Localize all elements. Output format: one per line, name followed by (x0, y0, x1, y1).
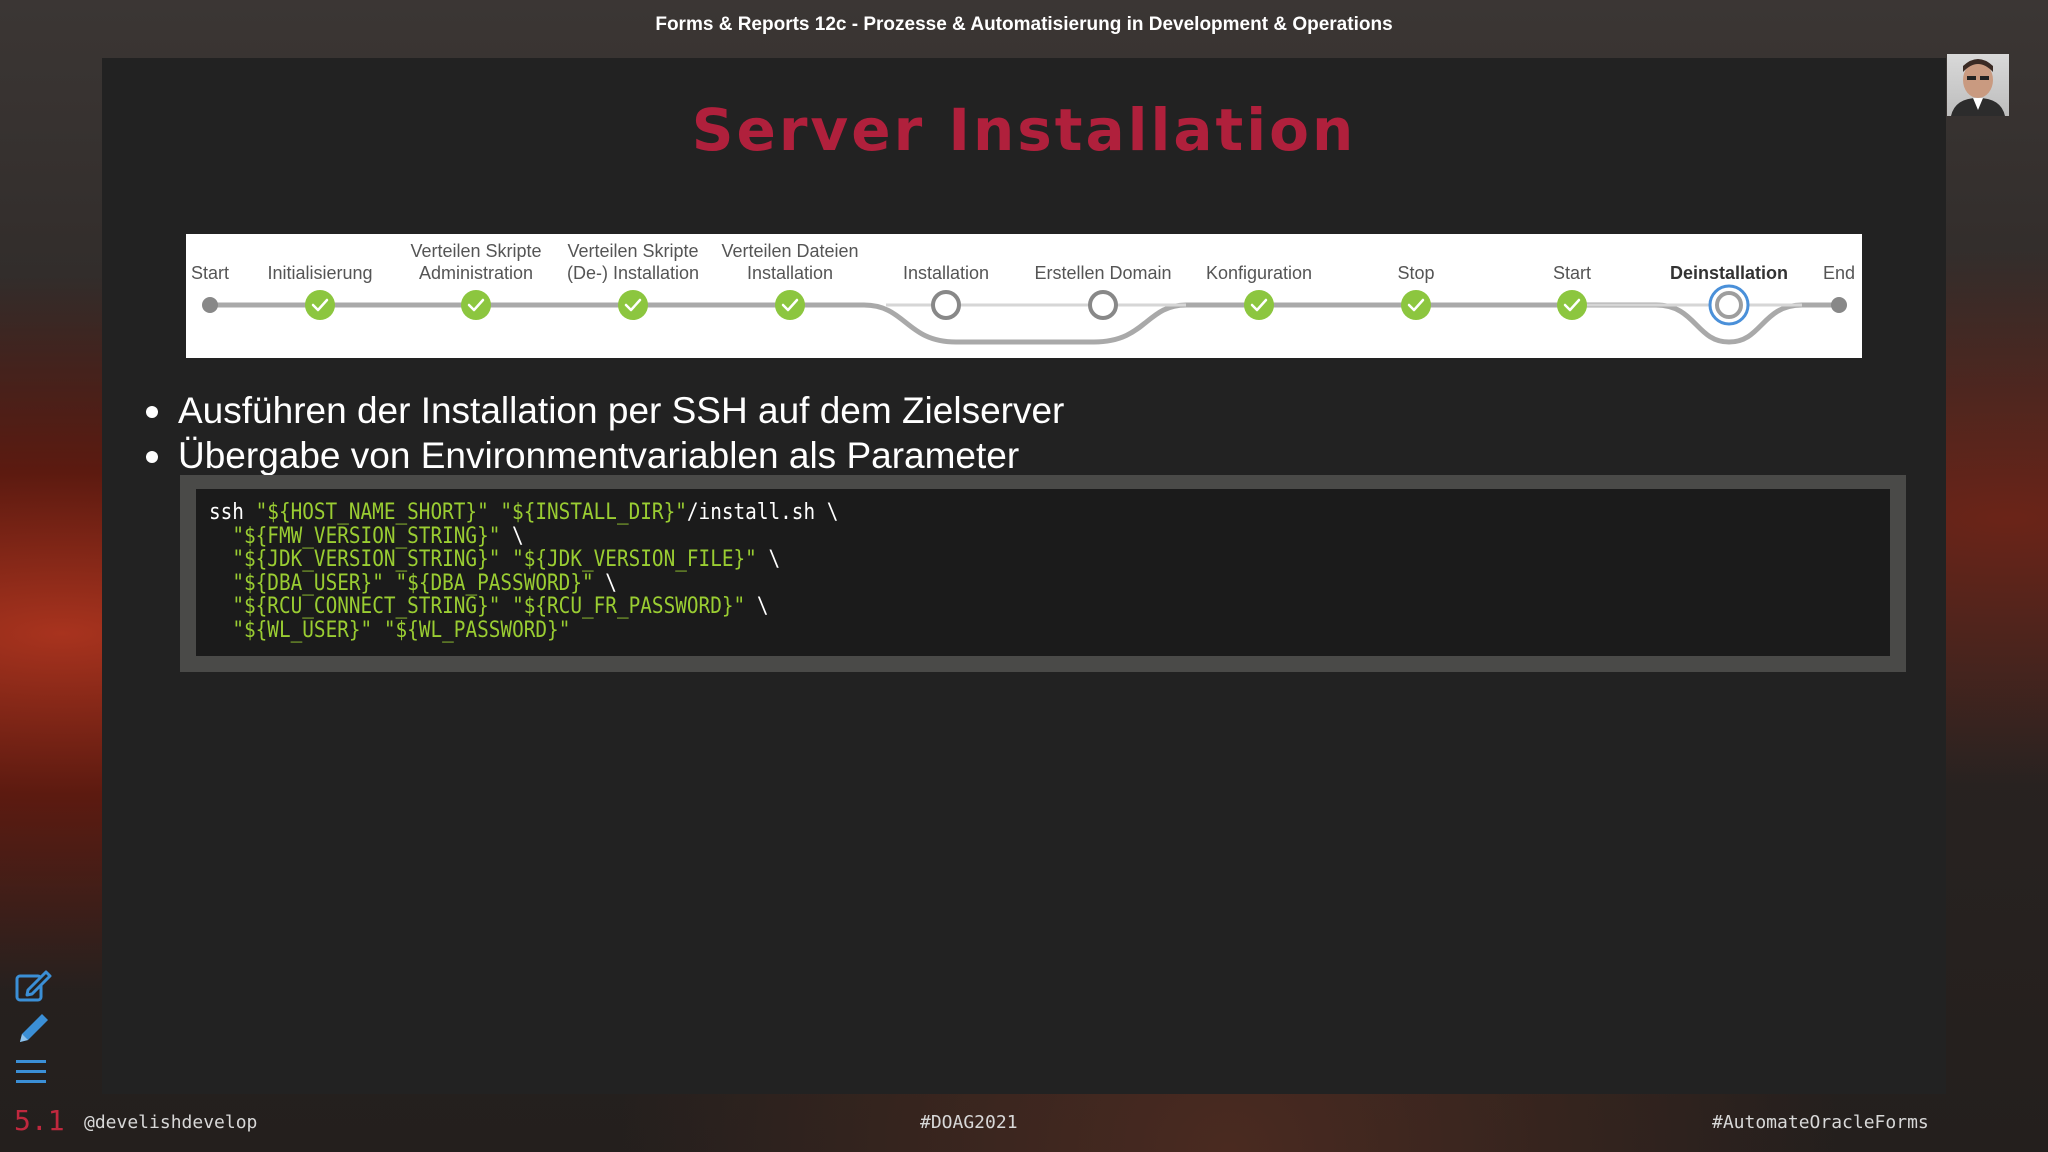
stage-label: End (1822, 263, 1856, 283)
stage-node-5[interactable] (775, 290, 805, 320)
stage-label: Initialisierung (267, 263, 373, 283)
stage-label: Verteilen Skripte Administration (410, 241, 542, 283)
bullet-item: Ausführen der Installation per SSH auf d… (142, 388, 1064, 433)
footer-hashtag-right: #AutomateOracleForms (1712, 1112, 1929, 1133)
code-line: "${JDK_VERSION_STRING}" "${JDK_VERSION_F… (232, 547, 781, 572)
bullet-item: Übergabe von Environmentvariablen als Pa… (142, 433, 1064, 478)
pipeline-track (790, 302, 1639, 345)
stage-label: Erstellen Domain (1034, 263, 1172, 283)
bullet-list: Ausführen der Installation per SSH auf d… (142, 388, 1064, 478)
bullet-text: Übergabe von Environmentvariablen als Pa… (178, 435, 1020, 476)
stage-label: Verteilen Dateien Installation (721, 241, 859, 283)
stage-node-4[interactable] (618, 290, 648, 320)
stage-node-1[interactable] (202, 297, 218, 313)
code-area: ssh "${HOST_NAME_SHORT}" "${INSTALL_DIR}… (196, 489, 1890, 656)
code-line: ssh "${HOST_NAME_SHORT}" "${INSTALL_DIR}… (209, 500, 839, 525)
footer-hashtag-center: #DOAG2021 (920, 1112, 1018, 1133)
bullet-dot-icon (146, 406, 158, 418)
pencil-icon[interactable] (14, 1012, 52, 1053)
stage-node-2[interactable] (305, 290, 335, 320)
stage-label: Konfiguration (1205, 263, 1313, 283)
edit-icon[interactable] (14, 968, 52, 1009)
pipeline-track (1572, 302, 1839, 345)
code-block: ssh "${HOST_NAME_SHORT}" "${INSTALL_DIR}… (180, 475, 1906, 672)
stage-node-8[interactable] (1244, 290, 1274, 320)
slide-title: Server Installation (691, 96, 1357, 164)
stage-node-7[interactable] (1088, 290, 1118, 320)
stage-node-3[interactable] (461, 290, 491, 320)
code-line: "${FMW_VERSION_STRING}" \ (232, 523, 524, 549)
slide-number: 5.1 (14, 1104, 65, 1137)
bullet-text: Ausführen der Installation per SSH auf d… (178, 390, 1065, 431)
stage-label: Start (1552, 263, 1591, 283)
stage-node-11[interactable] (1708, 284, 1750, 326)
stage-label: Installation (902, 263, 990, 283)
stage-label: Verteilen Skripte (De-) Installation (566, 241, 700, 283)
footer-handle: @develishdevelop (84, 1112, 258, 1133)
stage-node-6[interactable] (931, 290, 961, 320)
presentation-title: Forms & Reports 12c - Prozesse & Automat… (655, 14, 1393, 35)
code-line: "${DBA_USER}" "${DBA_PASSWORD}" \ (232, 570, 617, 596)
stage-label: Stop (1397, 263, 1435, 283)
code-line: "${WL_USER}" "${WL_PASSWORD}" (232, 617, 571, 643)
bullet-dot-icon (146, 451, 158, 463)
pipeline-diagram: Start Initialisierung Verteilen Skripte Ad… (186, 234, 1862, 358)
stage-node-12[interactable] (1831, 297, 1847, 313)
presenter-avatar (1947, 54, 2009, 116)
menu-icon[interactable] (14, 1056, 52, 1095)
stage-node-9[interactable] (1401, 290, 1431, 320)
slide: Server Installation Start Initialisierung… (102, 58, 1946, 1094)
stage-node-10[interactable] (1557, 290, 1587, 320)
code-line: "${RCU_CONNECT_STRING}" "${RCU_FR_PASSWO… (232, 594, 769, 619)
